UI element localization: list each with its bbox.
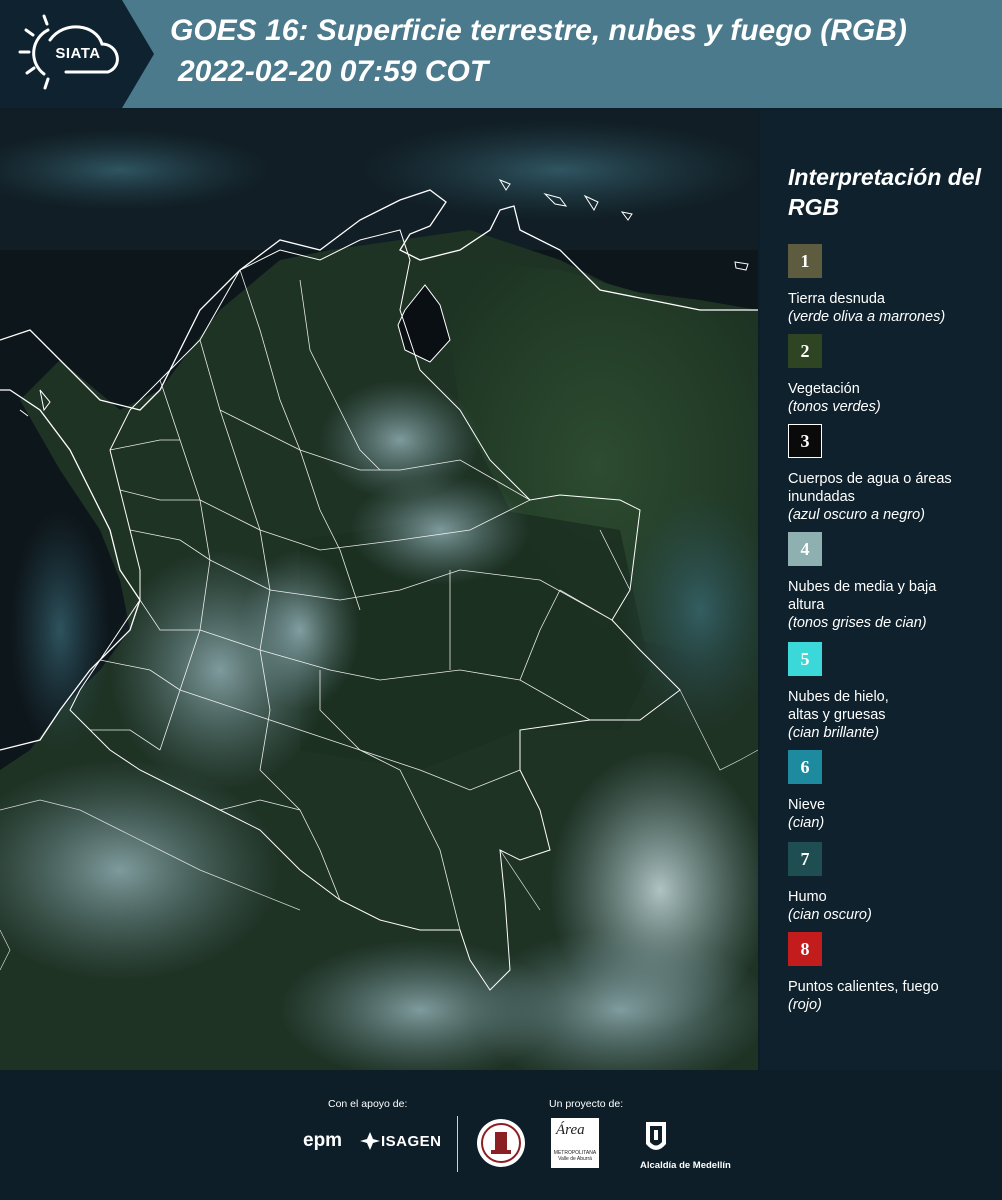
legend-item-sub: (tonos grises de cian) — [788, 615, 927, 631]
area-logo-text: Área — [556, 1122, 585, 1138]
legend-item-sub: (azul oscuro a negro) — [788, 507, 926, 523]
swatch-6: 6 — [788, 750, 822, 784]
legend-item-sub: (verde oliva a marrones) — [788, 309, 946, 325]
legend-item-bare-soil: 1 Tierra desnuda (verde oliva a marrones… — [788, 244, 1000, 326]
swatch-7: 7 — [788, 842, 822, 876]
legend-item-mid-low-clouds: 4 Nubes de media y baja altura (tonos gr… — [788, 532, 1000, 632]
swatch-3: 3 — [788, 424, 822, 458]
legend-title: Interpretación del RGB — [788, 164, 981, 220]
legend-item-ice-clouds: 5 Nubes de hielo, altas y gruesas (cian … — [788, 642, 1000, 742]
legend-item-vegetation: 2 Vegetación (tonos verdes) — [788, 334, 1000, 416]
legend-item-label: Vegetación — [788, 381, 860, 397]
legend-item-snow: 6 Nieve (cian) — [788, 750, 1000, 832]
legend-item-label: Puntos calientes, fuego — [788, 979, 939, 995]
legend-item-label: Tierra desnuda — [788, 291, 885, 307]
legend-item-fire: 8 Puntos calientes, fuego (rojo) — [788, 932, 1000, 1014]
legend-item-sub: (cian) — [788, 815, 825, 831]
gobernacion-seal-icon — [477, 1119, 525, 1167]
legend-item-sub: (cian brillante) — [788, 725, 880, 741]
legend-item-sub: (cian oscuro) — [788, 907, 872, 923]
legend-item-label: Cuerpos de agua o áreas inundadas — [788, 471, 952, 505]
footer-divider — [457, 1116, 458, 1172]
legend-item-sub: (rojo) — [788, 997, 822, 1013]
swatch-5: 5 — [788, 642, 822, 676]
swatch-4: 4 — [788, 532, 822, 566]
legend-item-label: Humo — [788, 889, 827, 905]
satellite-map[interactable] — [0, 110, 758, 1070]
epm-logo: epm — [303, 1130, 343, 1151]
legend-item-sub: (tonos verdes) — [788, 399, 881, 415]
rgb-legend: Interpretación del RGB 1 Tierra desnuda … — [760, 110, 1002, 1070]
header: SIATA GOES 16: Superficie terrestre, nub… — [0, 0, 1002, 108]
legend-item-label: Nubes de media y baja altura — [788, 579, 937, 613]
legend-item-water: 3 Cuerpos de agua o áreas inundadas (azu… — [788, 424, 1000, 524]
swatch-2: 2 — [788, 334, 822, 368]
swatch-1: 1 — [788, 244, 822, 278]
logo-text: SIATA — [55, 45, 101, 62]
page-timestamp: 2022-02-20 07:59 COT — [178, 55, 489, 88]
legend-item-smoke: 7 Humo (cian oscuro) — [788, 842, 1000, 924]
area-logo-subtext: METROPOLITANA Valle de Aburrá — [553, 1150, 597, 1162]
project-label: Un proyecto de: — [549, 1098, 624, 1110]
alcaldia-logo-text: Alcaldía de Medellín — [640, 1160, 731, 1171]
isagen-icon — [360, 1132, 380, 1150]
footer: Con el apoyo de: Un proyecto de: epm ISA… — [0, 1070, 1002, 1200]
medellin-crest-icon — [646, 1122, 666, 1150]
isagen-logo: ISAGEN — [381, 1133, 442, 1150]
legend-item-label: Nubes de hielo, altas y gruesas — [788, 689, 889, 723]
support-label: Con el apoyo de: — [328, 1098, 408, 1110]
swatch-8: 8 — [788, 932, 822, 966]
siata-logo: SIATA — [0, 0, 160, 108]
page-title: GOES 16: Superficie terrestre, nubes y f… — [170, 14, 907, 47]
satellite-image — [0, 110, 758, 1070]
legend-item-label: Nieve — [788, 797, 826, 813]
